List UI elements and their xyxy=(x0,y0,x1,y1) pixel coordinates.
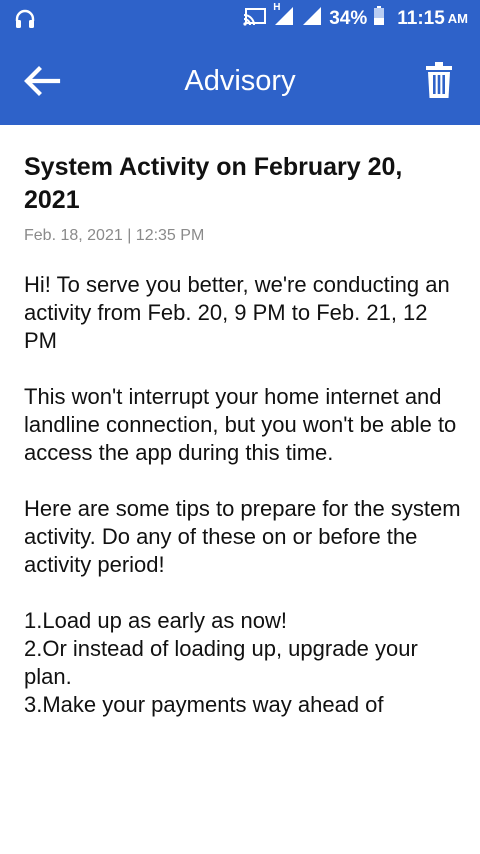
paragraph: Here are some tips to prepare for the sy… xyxy=(24,496,461,577)
list-item: 3.Make your payments way ahead of xyxy=(24,692,384,717)
headset-icon xyxy=(14,9,36,34)
list-item: 2.Or instead of loading up, upgrade your… xyxy=(24,636,418,689)
status-bar: H 34% 11:15 AM xyxy=(0,0,480,37)
advisory-headline: System Activity on February 20, 2021 xyxy=(24,153,403,214)
battery-icon xyxy=(373,5,385,32)
tips-list: 1.Load up as early as now! 2.Or instead … xyxy=(24,607,464,719)
signal-icon-2 xyxy=(301,6,323,32)
app-bar: Advisory xyxy=(0,37,480,125)
paragraph: Hi! To serve you better, we're conductin… xyxy=(24,272,450,353)
trash-icon xyxy=(426,62,452,98)
cast-icon xyxy=(243,6,267,32)
paragraph: This won't interrupt your home internet … xyxy=(24,384,457,465)
advisory-body: Hi! To serve you better, we're conductin… xyxy=(24,271,464,719)
battery-percent: 34% xyxy=(329,7,368,29)
signal-icon-1: H xyxy=(273,2,295,32)
clock-ampm: AM xyxy=(447,11,468,26)
page-title: Advisory xyxy=(184,65,296,97)
advisory-content[interactable]: System Activity on February 20, 2021 Feb… xyxy=(24,125,464,735)
network-type-label: H xyxy=(273,1,281,13)
list-item: 1.Load up as early as now! xyxy=(24,608,287,633)
advisory-date: Feb. 18, 2021 | 12:35 PM xyxy=(24,227,205,244)
delete-button[interactable] xyxy=(424,60,454,100)
status-indicators: H 34% 11:15 AM xyxy=(243,0,468,37)
clock: 11:15 xyxy=(397,7,445,29)
